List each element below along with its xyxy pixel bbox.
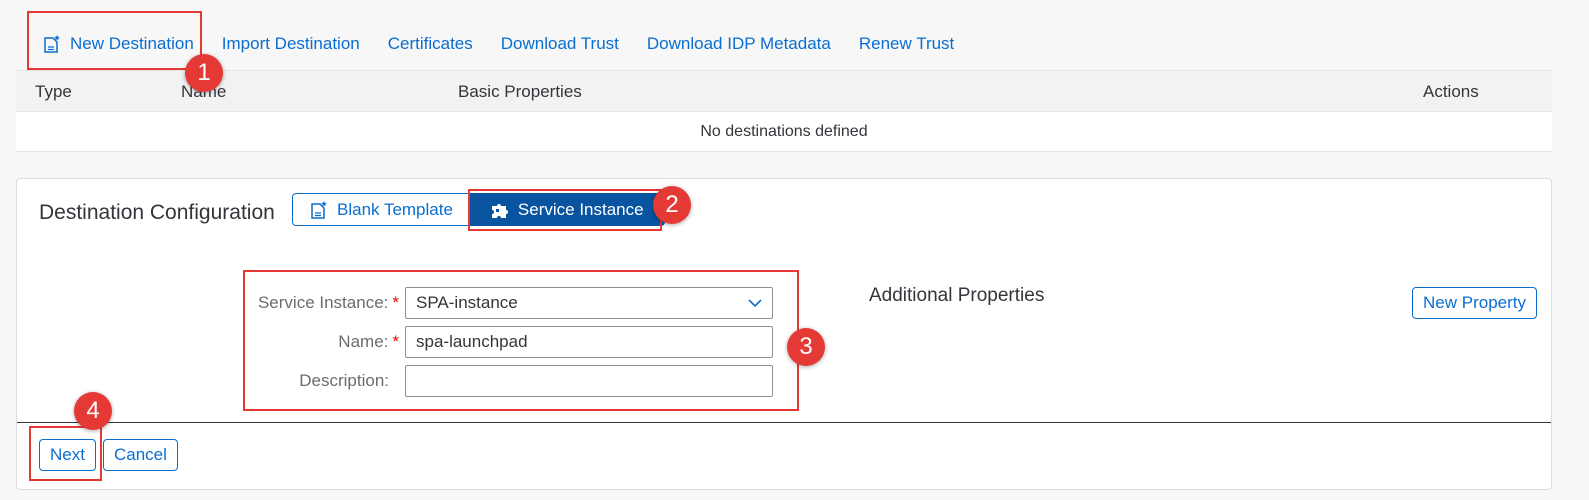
column-actions: Actions — [1423, 82, 1479, 101]
empty-message: No destinations defined — [700, 122, 868, 140]
name-field-label: Name: * — [245, 332, 405, 352]
description-field-text: Description: — [299, 371, 389, 390]
additional-properties-heading: Additional Properties — [869, 285, 1045, 306]
import-destination-label: Import Destination — [221, 34, 360, 53]
table-header: Type Name Basic Properties Actions — [16, 70, 1552, 112]
panel-title: Destination Configuration — [39, 201, 275, 224]
renew-trust-button[interactable]: Renew Trust — [845, 26, 968, 62]
step-badge-3: 3 — [787, 328, 825, 366]
destination-toolbar: New Destination Import Destination Certi… — [16, 26, 968, 62]
column-basic-properties: Basic Properties — [458, 82, 582, 101]
service-instance-select[interactable]: SPA-instance — [405, 287, 773, 319]
column-type: Type — [35, 82, 72, 101]
certificates-button[interactable]: Certificates — [374, 26, 487, 62]
description-row: Description: — [245, 365, 773, 397]
service-instance-value: SPA-instance — [416, 293, 518, 312]
new-property-button[interactable]: New Property — [1412, 287, 1537, 319]
import-destination-button[interactable]: Import Destination — [208, 26, 374, 62]
next-button[interactable]: Next — [39, 439, 96, 471]
blank-template-button[interactable]: Blank Template — [292, 193, 469, 226]
download-trust-label: Download Trust — [500, 34, 619, 53]
chevron-down-icon — [748, 299, 762, 308]
step-badge-1: 1 — [185, 54, 223, 92]
new-destination-button[interactable]: New Destination — [16, 26, 208, 62]
footer-divider — [17, 422, 1551, 423]
puzzle-icon — [491, 203, 508, 218]
name-input[interactable]: spa-launchpad — [405, 326, 773, 358]
destination-configuration-panel: Destination Configuration Blank Template… — [16, 178, 1552, 490]
required-mark: * — [392, 293, 399, 312]
name-field-text: Name: — [338, 332, 389, 351]
renew-trust-label: Renew Trust — [858, 34, 955, 53]
new-document-icon — [44, 35, 60, 53]
required-mark: * — [392, 332, 399, 351]
service-instance-button[interactable]: Service Instance — [468, 193, 665, 226]
step-badge-4: 4 — [74, 392, 112, 430]
blank-template-label: Blank Template — [337, 199, 453, 219]
service-instance-field-label: Service Instance: * — [245, 293, 405, 313]
name-row: Name: * spa-launchpad — [245, 326, 773, 358]
cancel-button[interactable]: Cancel — [103, 439, 178, 471]
download-trust-button[interactable]: Download Trust — [487, 26, 633, 62]
download-idp-metadata-label: Download IDP Metadata — [646, 34, 831, 53]
destinations-table: Type Name Basic Properties Actions No de… — [16, 70, 1552, 152]
name-value: spa-launchpad — [416, 332, 528, 351]
new-document-icon — [311, 200, 327, 219]
empty-table-row: No destinations defined — [16, 112, 1552, 152]
step-badge-2: 2 — [653, 186, 691, 224]
description-input[interactable] — [405, 365, 773, 397]
download-idp-metadata-button[interactable]: Download IDP Metadata — [633, 26, 845, 62]
description-field-label: Description: — [245, 371, 405, 391]
new-destination-label: New Destination — [70, 34, 194, 53]
certificates-label: Certificates — [387, 34, 473, 53]
service-instance-row: Service Instance: * SPA-instance — [245, 287, 773, 319]
service-instance-field-text: Service Instance: — [257, 293, 389, 312]
template-selector: Blank Template Service Instance — [292, 193, 665, 226]
service-instance-label: Service Instance — [517, 199, 644, 219]
